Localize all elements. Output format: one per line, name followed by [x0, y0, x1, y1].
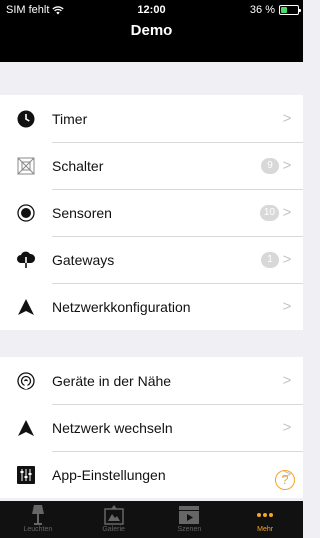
menu-item-netzwerkkonfiguration[interactable]: Netzwerkkonfiguration > — [0, 283, 303, 330]
clock-icon — [0, 110, 52, 128]
tab-label: Galerie — [102, 526, 125, 533]
chevron-right-icon: > — [282, 251, 292, 268]
help-icon: ? — [281, 472, 289, 487]
menu-item-label: Netzwerk wechseln — [52, 419, 173, 436]
battery-icon — [279, 5, 301, 15]
tab-leuchten[interactable]: Leuchten — [0, 501, 76, 538]
network-icon — [0, 298, 52, 315]
menu-item-geraete-in-der-naehe[interactable]: Geräte in der Nähe > — [0, 357, 303, 404]
page-title: Demo — [130, 22, 173, 39]
nearby-icon — [0, 371, 52, 390]
count-badge: 10 — [259, 204, 279, 221]
count-badge: 1 — [261, 251, 279, 268]
battery-percent: 36 % — [249, 4, 275, 16]
menu-item-gateways[interactable]: Gateways 1 > — [0, 236, 303, 283]
settings-icon — [0, 465, 52, 484]
battery-fill — [281, 7, 287, 13]
chevron-right-icon: > — [282, 419, 292, 436]
chevron-right-icon: > — [282, 157, 292, 174]
menu-item-netzwerk-wechseln[interactable]: Netzwerk wechseln > — [0, 404, 303, 451]
scenes-icon — [178, 504, 200, 526]
menu-item-timer[interactable]: Timer > — [0, 95, 303, 142]
count-badge: 9 — [261, 157, 279, 174]
menu-item-schalter[interactable]: Schalter 9 > — [0, 142, 303, 189]
chevron-right-icon: > — [282, 298, 292, 315]
menu-item-label: Gateways — [52, 251, 115, 268]
lamp-icon — [31, 504, 45, 526]
navigation-bar: Demo — [0, 20, 303, 62]
chevron-right-icon: > — [282, 110, 292, 127]
tab-label: Szenen — [177, 526, 202, 533]
switch-icon — [0, 157, 52, 175]
tab-bar: Leuchten Galerie Szenen Mehr — [0, 501, 303, 538]
menu-item-label: Sensoren — [52, 204, 112, 221]
tab-label: Mehr — [257, 526, 274, 533]
menu-section-1: Timer > Schalter 9 > Sensoren 10 > Gatew… — [0, 95, 303, 330]
status-bar: SIM fehlt 12:00 36 % — [0, 0, 303, 20]
help-button[interactable]: ? — [275, 470, 295, 490]
battery-indicator: 36 % — [249, 4, 301, 16]
tab-label: Leuchten — [23, 526, 53, 533]
section-spacer — [0, 62, 303, 95]
menu-item-label: Schalter — [52, 157, 104, 174]
menu-item-label: Timer — [52, 110, 88, 127]
sensor-icon — [0, 203, 52, 222]
gallery-icon — [103, 504, 125, 526]
section-spacer — [0, 330, 303, 357]
more-icon — [256, 504, 274, 526]
chevron-right-icon: > — [282, 204, 292, 221]
tab-galerie[interactable]: Galerie — [76, 501, 152, 538]
menu-item-label: Geräte in der Nähe — [52, 372, 172, 389]
tab-szenen[interactable]: Szenen — [152, 501, 228, 538]
menu-item-sensoren[interactable]: Sensoren 10 > — [0, 189, 303, 236]
chevron-right-icon: > — [282, 372, 292, 389]
menu-item-label: App-Einstellungen — [52, 466, 166, 483]
tab-mehr[interactable]: Mehr — [227, 501, 303, 538]
menu-section-2: Geräte in der Nähe > Netzwerk wechseln >… — [0, 357, 303, 498]
menu-item-label: Netzwerkkonfiguration — [52, 298, 191, 315]
gateway-icon — [0, 251, 52, 269]
menu-item-app-einstellungen[interactable]: App-Einstellungen > — [0, 451, 303, 498]
network-icon — [0, 419, 52, 436]
